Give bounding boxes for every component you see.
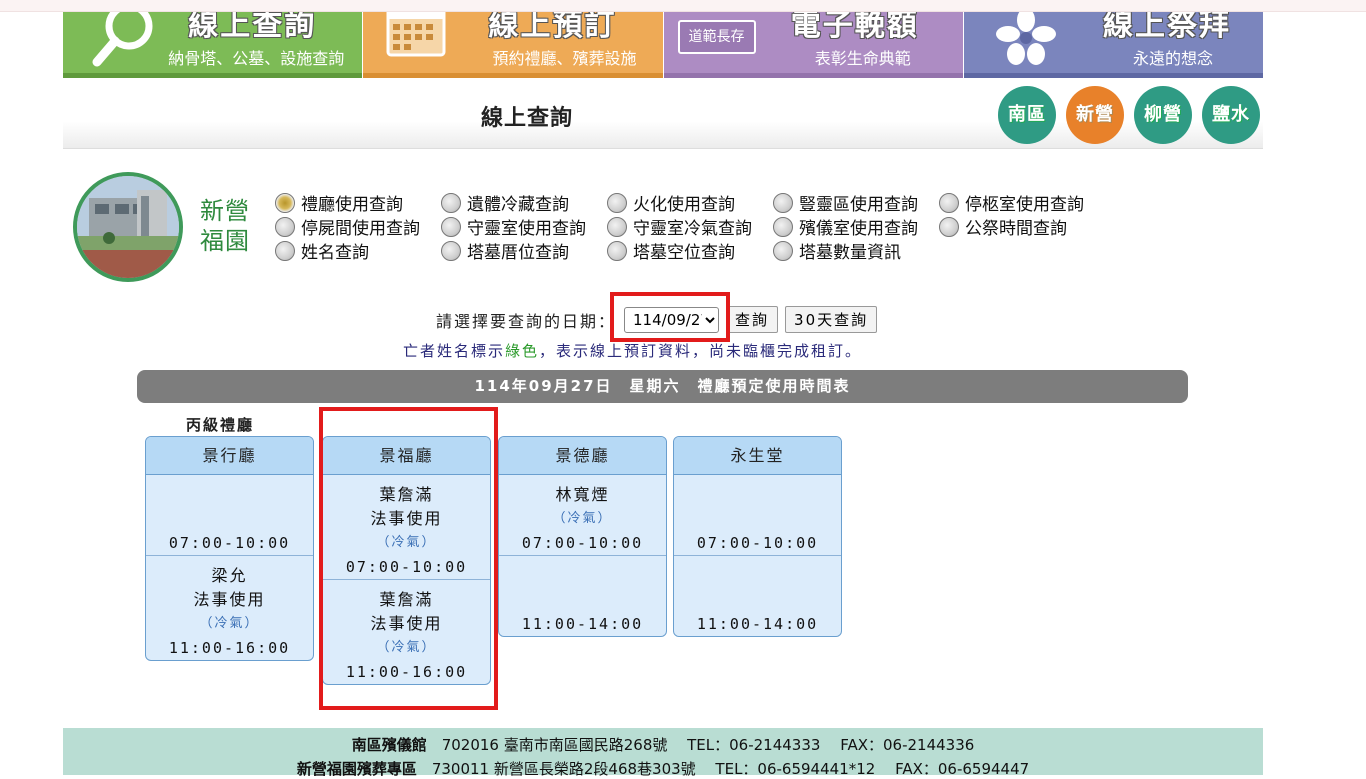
radio-icon <box>939 192 959 213</box>
hall-card-yongsheng: 永生堂 07:00-10:00 11:00-14:00 <box>673 436 842 637</box>
time-slot: 11:00-14:00 <box>674 556 841 636</box>
radio-icon <box>773 192 793 213</box>
radio-icon <box>939 216 959 237</box>
slot-time: 11:00-14:00 <box>696 615 819 633</box>
nav-subtitle: 納骨塔、公墓、設施查詢 <box>168 49 345 68</box>
option-morgue[interactable]: 停屍間使用查詢 <box>275 214 420 239</box>
option-funeral-room[interactable]: 殯儀室使用查詢 <box>773 214 918 239</box>
nav-electronic-plaque[interactable]: 道範長存 電子輓額 表彰生命典範 <box>663 12 963 78</box>
nav-online-search[interactable]: 線上查詢 納骨塔、公墓、設施查詢 <box>63 12 363 78</box>
highlight-box-date <box>610 292 730 342</box>
highlight-box-hall <box>319 407 498 710</box>
option-niche-vacancy[interactable]: 塔墓空位查詢 <box>607 238 735 263</box>
query-button[interactable]: 查詢 <box>726 306 779 333</box>
nav-subtitle: 表彰生命典範 <box>814 49 911 68</box>
radio-icon <box>607 192 627 213</box>
online-booking-note: 亡者姓名標示綠色，表示線上預訂資料，尚未臨櫃完成租訂。 <box>403 342 863 360</box>
hall-grade-label: 丙級禮廳 <box>186 416 255 434</box>
slot-time: 11:00-16:00 <box>168 639 291 657</box>
district-button-liuying[interactable]: 柳營 <box>1134 86 1192 144</box>
radio-icon <box>773 216 793 237</box>
radio-icon <box>441 192 461 213</box>
time-slot: 07:00-10:00 <box>674 475 841 556</box>
option-coffin-room[interactable]: 停柩室使用查詢 <box>939 190 1084 215</box>
nav-title: 線上祭拜 <box>1103 12 1231 43</box>
nav-title: 線上查詢 <box>188 12 317 43</box>
option-name-search[interactable]: 姓名查詢 <box>275 238 369 263</box>
radio-icon <box>773 240 793 261</box>
option-niche-location[interactable]: 塔墓厝位查詢 <box>441 238 569 263</box>
hall-card-jingxing: 景行廳 07:00-10:00 梁允 法事使用 （冷氣） 11:00-16:00 <box>145 436 314 661</box>
nav-subtitle: 永遠的想念 <box>1132 49 1213 68</box>
deceased-name: 林寬煙 <box>555 485 610 504</box>
nav-subtitle: 預約禮廳、殯葬設施 <box>492 49 637 68</box>
radio-icon <box>607 216 627 237</box>
facility-name: 新營 福園 <box>200 196 250 256</box>
footer-contact-south: 南區殯儀館 702016 臺南市南區國民路268號 TEL：06-2144333… <box>351 736 975 754</box>
building-image <box>77 176 179 278</box>
date-label: 請選擇要查詢的日期： <box>436 311 617 331</box>
option-vigil-ac[interactable]: 守靈室冷氣查詢 <box>607 214 752 239</box>
radio-icon <box>441 240 461 261</box>
district-button-xinying[interactable]: 新營 <box>1066 86 1124 144</box>
footer-contact-xinying: 新營福園殯葬專區 730011 新營區長榮路2段468巷303號 TEL：06-… <box>296 760 1030 778</box>
option-cremation[interactable]: 火化使用查詢 <box>607 190 735 215</box>
nav-title: 線上預訂 <box>488 12 617 43</box>
thirty-day-query-button[interactable]: 30天查詢 <box>785 306 878 333</box>
nav-title: 電子輓額 <box>790 12 919 43</box>
radio-icon <box>607 240 627 261</box>
time-slot: 07:00-10:00 <box>146 475 313 556</box>
hall-name: 景德廳 <box>499 437 666 475</box>
slot-time: 11:00-14:00 <box>521 615 644 633</box>
option-vigil-room[interactable]: 守靈室使用查詢 <box>441 214 586 239</box>
option-body-refrigeration[interactable]: 遺體冷藏查詢 <box>441 190 569 215</box>
time-slot: 林寬煙 （冷氣） 07:00-10:00 <box>499 475 666 556</box>
footer: 南區殯儀館 702016 臺南市南區國民路268號 TEL：06-2144333… <box>63 728 1263 778</box>
hall-card-jingde: 景德廳 林寬煙 （冷氣） 07:00-10:00 11:00-14:00 <box>498 436 667 637</box>
hall-name: 景行廳 <box>146 437 313 475</box>
radio-icon <box>275 240 295 261</box>
facility-name-line1: 新營 <box>200 197 250 225</box>
option-memorial-area[interactable]: 豎靈區使用查詢 <box>773 190 918 215</box>
nav-online-booking[interactable]: 線上預訂 預約禮廳、殯葬設施 <box>363 12 663 78</box>
nav-online-worship[interactable]: 線上祭拜 永遠的想念 <box>963 12 1263 78</box>
page-header: 線上查詢 南區 新營 柳營 鹽水 <box>63 81 1263 149</box>
facility-photo <box>73 172 183 282</box>
district-button-yanshui[interactable]: 鹽水 <box>1202 86 1260 144</box>
page-title: 線上查詢 <box>481 106 574 131</box>
option-niche-count[interactable]: 塔墓數量資訊 <box>773 238 901 263</box>
facility-name-line2: 福園 <box>200 227 250 255</box>
slot-time: 07:00-10:00 <box>168 534 291 552</box>
slot-usage: 法事使用 <box>193 590 266 609</box>
top-navigation: 線上查詢 納骨塔、公墓、設施查詢 線上預訂 預約禮廳、殯葬設施 道範長存 電子輓… <box>63 12 1263 78</box>
deceased-name: 梁允 <box>211 566 248 585</box>
option-public-memorial-time[interactable]: 公祭時間查詢 <box>939 214 1067 239</box>
radio-icon <box>275 216 295 237</box>
time-slot: 梁允 法事使用 （冷氣） 11:00-16:00 <box>146 556 313 660</box>
district-button-south[interactable]: 南區 <box>998 86 1056 144</box>
schedule-title-bar: 114年09月27日 星期六 禮廳預定使用時間表 <box>137 370 1188 403</box>
slot-time: 07:00-10:00 <box>521 534 644 552</box>
radio-icon <box>441 216 461 237</box>
time-slot: 11:00-14:00 <box>499 556 666 636</box>
radio-checked-icon <box>275 192 295 213</box>
slot-time: 07:00-10:00 <box>696 534 819 552</box>
slot-ac: （冷氣） <box>552 511 613 526</box>
browser-top-strip <box>0 0 1366 12</box>
hall-name: 永生堂 <box>674 437 841 475</box>
slot-ac: （冷氣） <box>199 616 260 631</box>
option-hall-usage[interactable]: 禮廳使用查詢 <box>275 190 403 215</box>
